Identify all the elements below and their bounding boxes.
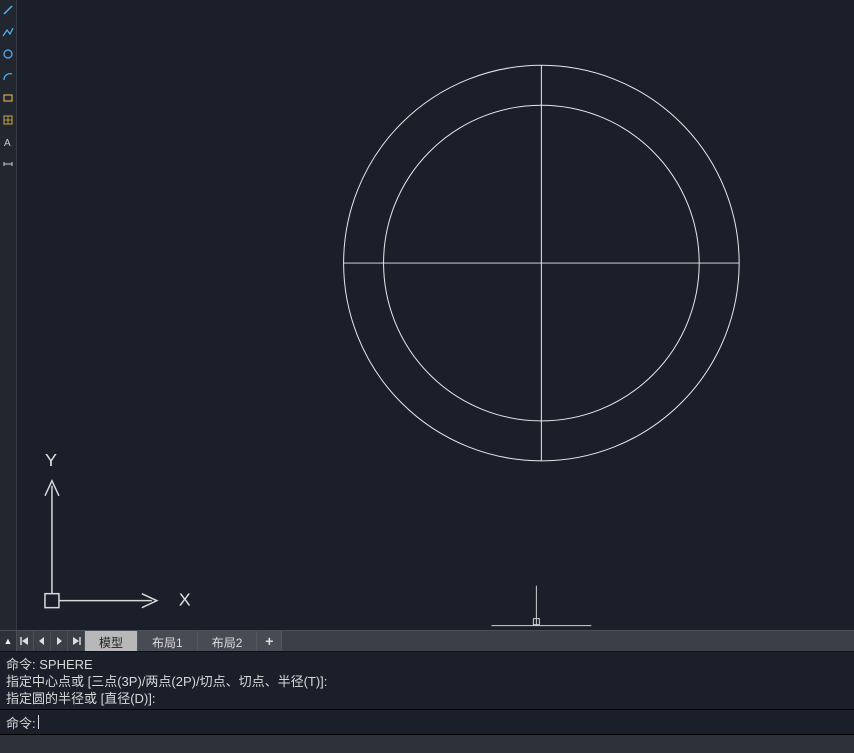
tab-nav-last-icon[interactable]: [68, 631, 85, 651]
cmd-history-line: 命令: SPHERE: [6, 656, 848, 673]
tool-arc-icon[interactable]: [1, 68, 15, 84]
tab-nav-next-icon[interactable]: [51, 631, 68, 651]
ground-marker: [491, 586, 591, 626]
canvas-svg: X Y: [17, 0, 854, 630]
tool-rect-icon[interactable]: [1, 90, 15, 106]
tab-add-button[interactable]: +: [257, 631, 282, 651]
tool-hatch-icon[interactable]: [1, 112, 15, 128]
tab-layout1[interactable]: 布局1: [138, 631, 198, 651]
ucs-y-label: Y: [45, 450, 57, 470]
ucs-x-label: X: [179, 590, 191, 610]
cmd-history-line: 指定圆的半径或 [直径(D)]:: [6, 690, 848, 707]
sphere-drawing: [344, 65, 740, 461]
tab-nav-first-icon[interactable]: [17, 631, 34, 651]
tool-text-icon[interactable]: A: [1, 134, 15, 150]
tool-dim-icon[interactable]: [1, 156, 15, 172]
drawing-canvas[interactable]: X Y: [17, 0, 854, 630]
command-history: 命令: SPHERE 指定中心点或 [三点(3P)/两点(2P)/切点、切点、半…: [0, 652, 854, 710]
command-prompt-label: 命令:: [6, 713, 36, 732]
tabs-nav: ▲: [0, 631, 85, 651]
svg-text:A: A: [4, 138, 11, 148]
command-input-row[interactable]: 命令:: [0, 710, 854, 735]
tab-layout2[interactable]: 布局2: [198, 631, 258, 651]
tab-nav-up-icon[interactable]: ▲: [0, 631, 17, 651]
left-toolbar: A: [0, 0, 17, 630]
tool-circle-icon[interactable]: [1, 46, 15, 62]
status-bar: [0, 735, 854, 753]
layout-tabs-row: ▲ 模型 布局1 布局2 +: [0, 630, 854, 652]
ucs-icon: [45, 481, 157, 608]
tab-model[interactable]: 模型: [85, 631, 138, 651]
cmd-history-line: 指定中心点或 [三点(3P)/两点(2P)/切点、切点、半径(T)]:: [6, 673, 848, 690]
text-cursor-icon: [38, 715, 39, 729]
tool-line-icon[interactable]: [1, 2, 15, 18]
tab-nav-prev-icon[interactable]: [34, 631, 51, 651]
tool-polyline-icon[interactable]: [1, 24, 15, 40]
